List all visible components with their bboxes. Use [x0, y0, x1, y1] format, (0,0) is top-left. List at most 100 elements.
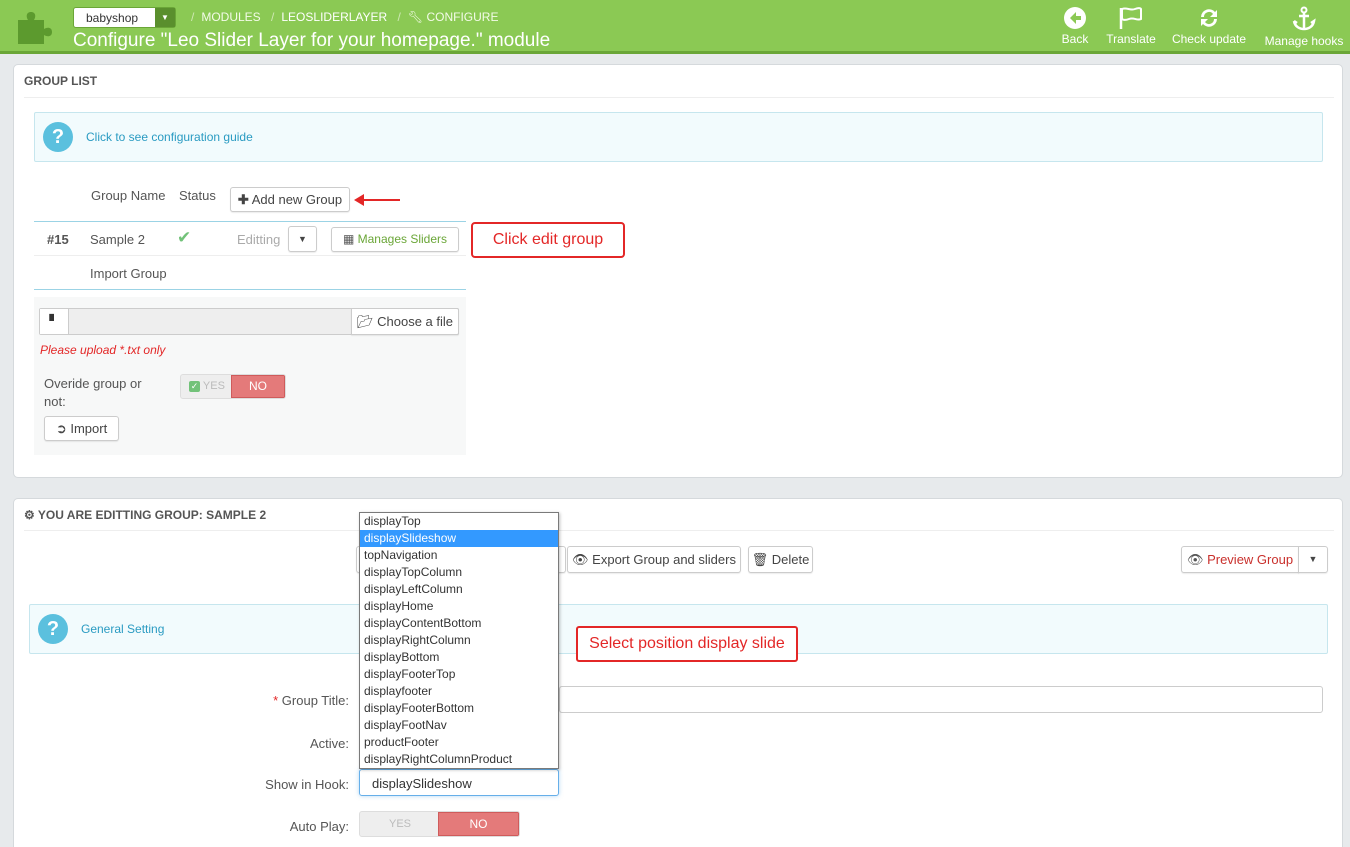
- group-row-name: Sample 2: [90, 232, 145, 247]
- arrow-left-annotation-icon: [354, 194, 400, 206]
- manages-sliders-button[interactable]: ▦ Manages Sliders: [331, 227, 459, 252]
- group-id: #15: [47, 232, 69, 247]
- shop-selector-value: babyshop: [86, 11, 139, 25]
- translate-button[interactable]: Translate: [1103, 6, 1159, 46]
- auto-play-label: Auto Play:: [289, 819, 349, 834]
- row-actions-dropdown[interactable]: ▼: [288, 226, 317, 252]
- hook-option[interactable]: displayFooterTop: [360, 666, 558, 683]
- check-update-label: Check update: [1171, 32, 1247, 46]
- col-status: Status: [179, 188, 216, 203]
- refresh-icon: [1201, 9, 1217, 27]
- hook-option-selected[interactable]: displaySlideshow: [360, 530, 558, 547]
- back-label: Back: [1061, 32, 1089, 46]
- hook-option[interactable]: displayBottom: [360, 649, 558, 666]
- delete-label: Delete: [771, 552, 810, 567]
- arrow-left-circle-icon: [1064, 7, 1086, 29]
- choose-file-button[interactable]: 📂︎ Choose a file: [351, 308, 459, 335]
- folder-open-icon: 📂︎: [356, 314, 374, 329]
- editting-link[interactable]: Editting: [237, 232, 280, 247]
- breadcrumb: / MODULES / LEOSLIDERLAYER / 🔧︎ CONFIGURE: [191, 10, 499, 24]
- choose-file-label: Choose a file: [377, 314, 454, 329]
- hook-option[interactable]: displayRightColumnProduct: [360, 751, 558, 768]
- hook-option[interactable]: displayTop: [360, 513, 558, 530]
- question-icon: ?: [38, 614, 68, 644]
- row-divider-mid: [34, 255, 466, 256]
- override-label: Overide group or not:: [44, 376, 142, 409]
- preview-group-button[interactable]: 👁︎ Preview Group: [1181, 546, 1299, 573]
- breadcrumb-configure: CONFIGURE: [426, 10, 499, 24]
- override-no[interactable]: NO: [231, 375, 285, 398]
- hook-option[interactable]: displayFootNav: [360, 717, 558, 734]
- click-edit-group-callout: Click edit group: [471, 222, 625, 258]
- shop-selector[interactable]: babyshop ▼: [73, 7, 176, 28]
- wrench-icon: 🔧︎: [407, 10, 424, 24]
- export-group-label: Export Group and sliders: [592, 552, 736, 567]
- manages-sliders-label: Manages Sliders: [357, 232, 448, 246]
- check-icon: ✔: [177, 228, 192, 247]
- override-yes[interactable]: ✓ YES: [181, 375, 233, 398]
- guide-link[interactable]: Click to see configuration guide: [86, 130, 253, 144]
- add-new-group-label: Add new Group: [251, 192, 343, 207]
- show-in-hook-select[interactable]: displaySlideshow: [359, 769, 559, 796]
- cogs-icon: ⚙: [24, 508, 35, 522]
- hook-option[interactable]: displayFooterBottom: [360, 700, 558, 717]
- hook-option[interactable]: displayRightColumn: [360, 632, 558, 649]
- auto-play-yes[interactable]: YES: [360, 812, 440, 836]
- hook-dropdown-list[interactable]: displayTop displaySlideshow topNavigatio…: [359, 512, 559, 769]
- group-list-panel: GROUP LIST ? Click to see configuration …: [13, 64, 1343, 478]
- flag-icon: [1119, 7, 1142, 29]
- anchor-icon: [1292, 6, 1316, 31]
- hook-option[interactable]: displayHome: [360, 598, 558, 615]
- breadcrumb-modules[interactable]: MODULES: [201, 10, 260, 24]
- active-label: Active:: [309, 736, 349, 751]
- export-group-button[interactable]: 👁︎ Export Group and sliders: [567, 546, 741, 573]
- hook-option[interactable]: displayTopColumn: [360, 564, 558, 581]
- eye-icon: 👁︎: [1186, 552, 1204, 567]
- group-title-input[interactable]: [559, 686, 1323, 713]
- translate-label: Translate: [1106, 32, 1156, 46]
- puzzle-logo-icon: [18, 12, 52, 44]
- general-setting-link[interactable]: General Setting: [81, 622, 164, 636]
- delete-button[interactable]: 🗑︎ Delete: [748, 546, 813, 573]
- plus-icon: ✚: [237, 192, 249, 207]
- row-divider-bottom: [34, 289, 466, 290]
- hook-option[interactable]: displayContentBottom: [360, 615, 558, 632]
- trash-icon: 🗑︎: [751, 552, 769, 567]
- hook-option[interactable]: productFooter: [360, 734, 558, 751]
- manage-hooks-button[interactable]: Manage hooks: [1262, 6, 1346, 48]
- circle-arrow-right-icon: ➲: [55, 421, 67, 436]
- hook-option[interactable]: displayLeftColumn: [360, 581, 558, 598]
- auto-play-yes-label: YES: [388, 818, 411, 830]
- select-position-text: Select position display slide: [589, 635, 785, 652]
- group-title-label: * Group Title:: [273, 693, 349, 708]
- hook-option[interactable]: displayfooter: [360, 683, 558, 700]
- override-switch[interactable]: ✓ YES NO: [180, 374, 286, 399]
- show-in-hook-value: displaySlideshow: [372, 776, 472, 791]
- check-update-button[interactable]: Check update: [1170, 6, 1248, 46]
- hook-option[interactable]: topNavigation: [360, 547, 558, 564]
- import-button[interactable]: ➲ Import: [44, 416, 119, 441]
- row-divider-top: [34, 221, 466, 222]
- preview-group-label: Preview Group: [1207, 552, 1294, 567]
- eye-icon: 👁︎: [572, 552, 589, 567]
- add-new-group-button[interactable]: ✚ Add new Group: [230, 187, 350, 212]
- override-no-label: NO: [249, 379, 267, 393]
- film-icon: ▦: [342, 232, 355, 246]
- auto-play-switch[interactable]: YES NO: [359, 811, 520, 837]
- group-list-title: GROUP LIST: [24, 65, 1334, 98]
- preview-dropdown-button[interactable]: ▼: [1298, 546, 1328, 573]
- upload-hint: Please upload *.txt only: [40, 343, 166, 357]
- page-title: Configure "Leo Slider Layer for your hom…: [73, 30, 551, 51]
- checkbox-icon: ✓: [189, 381, 201, 392]
- back-button[interactable]: Back: [1060, 6, 1090, 46]
- breadcrumb-module[interactable]: LEOSLIDERLAYER: [281, 10, 387, 24]
- file-icon: ▘: [40, 309, 69, 334]
- file-input[interactable]: ▘ 📂︎ Choose a file: [39, 308, 459, 335]
- guide-alert: ? Click to see configuration guide: [34, 112, 1323, 162]
- auto-play-no[interactable]: NO: [438, 812, 519, 836]
- auto-play-no-label: NO: [469, 817, 488, 831]
- chevron-down-icon: ▼: [155, 8, 175, 27]
- editing-title: ⚙ YOU ARE EDITTING GROUP: SAMPLE 2: [24, 499, 1334, 531]
- editing-panel: ⚙ YOU ARE EDITTING GROUP: SAMPLE 2 👁︎ Ex…: [13, 498, 1343, 847]
- show-in-hook-label: Show in Hook:: [265, 777, 349, 792]
